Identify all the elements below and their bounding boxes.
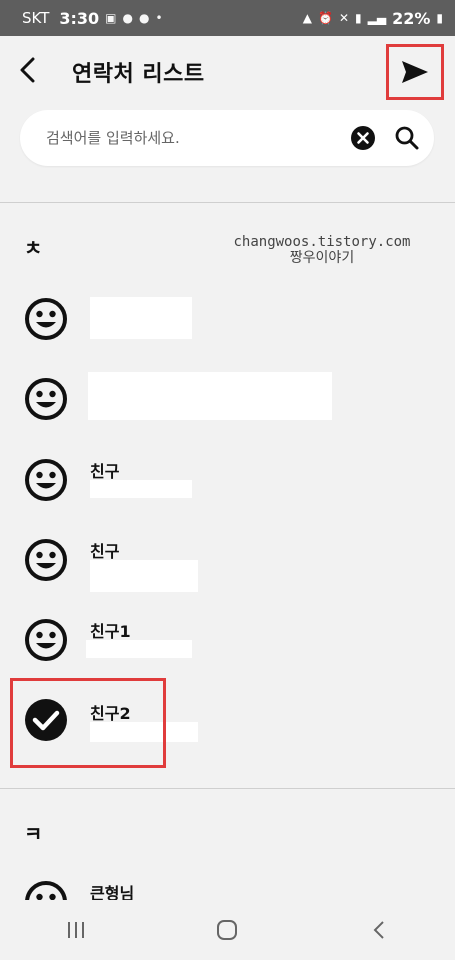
contact-name: 친구1: [90, 622, 131, 641]
watermark-url: changwoos.tistory.com: [233, 234, 411, 250]
send-icon: [402, 61, 428, 83]
contact-row[interactable]: [0, 360, 455, 440]
contact-row[interactable]: 친구: [0, 440, 455, 520]
smiley-icon: [25, 378, 67, 420]
section-header: ㅊ: [24, 236, 43, 260]
contact-row[interactable]: 큰형님: [0, 862, 455, 900]
signal-icon: ▂▄: [367, 11, 387, 25]
section-header: ㅋ: [24, 822, 43, 846]
chat-notification-icon: ●: [138, 11, 150, 25]
alarm-icon: ⏰: [318, 11, 333, 25]
more-notifications-icon: •: [155, 11, 163, 25]
search-bar: [20, 110, 434, 166]
contact-name: 큰형님: [90, 884, 135, 900]
smiley-icon: [25, 619, 67, 661]
app-header: 연락처 리스트: [0, 36, 455, 108]
status-bar: SKT 3:30 ▣ ● ● • ▲ ⏰ ✕ ▮ ▂▄ 22% ▮: [0, 0, 455, 36]
notification-bell-icon: ▲: [302, 11, 312, 25]
back-arrow-icon: [20, 57, 35, 83]
redacted-info: [90, 560, 198, 592]
contact-name: 친구: [90, 542, 120, 561]
recent-apps-icon: [67, 922, 84, 938]
redacted-info: [86, 640, 192, 658]
redacted-info: [90, 480, 192, 498]
divider: [0, 788, 455, 789]
gallery-notification-icon: ▣: [105, 11, 117, 25]
smiley-icon: [25, 539, 67, 581]
home-icon: [217, 920, 238, 940]
contact-row[interactable]: 친구1: [0, 600, 455, 680]
send-button[interactable]: [386, 44, 444, 100]
recent-apps-button[interactable]: [46, 910, 106, 950]
selection-highlight: [10, 678, 166, 768]
chevron-left-icon: [373, 921, 384, 939]
smiley-icon: [25, 881, 67, 900]
redacted-info: [90, 297, 192, 339]
contact-row[interactable]: [0, 280, 455, 360]
lte-signal-icon: ▮: [355, 11, 362, 25]
mute-icon: ✕: [338, 11, 350, 25]
system-nav-bar: [0, 900, 455, 960]
system-back-button[interactable]: [349, 910, 409, 950]
contact-row[interactable]: 친구: [0, 520, 455, 600]
clear-icon[interactable]: [350, 125, 376, 151]
info-notification-icon: ●: [122, 11, 133, 25]
watermark-text: 짱우이야기: [289, 250, 355, 266]
divider: [0, 202, 455, 203]
home-button[interactable]: [197, 910, 257, 950]
contact-name: 친구: [90, 462, 120, 481]
page-title: 연락처 리스트: [72, 62, 205, 87]
carrier-label: SKT: [22, 9, 50, 27]
redacted-info: [88, 372, 332, 420]
back-button[interactable]: [10, 52, 46, 88]
battery-percent: 22%: [392, 8, 431, 28]
watermark: changwoos.tistory.com 짱우이야기: [222, 234, 422, 266]
smiley-icon: [25, 459, 67, 501]
battery-icon: ▮: [436, 11, 443, 25]
search-icon[interactable]: [394, 125, 420, 151]
smiley-icon: [25, 298, 67, 340]
clock: 3:30: [59, 8, 100, 28]
search-input[interactable]: [46, 129, 350, 147]
